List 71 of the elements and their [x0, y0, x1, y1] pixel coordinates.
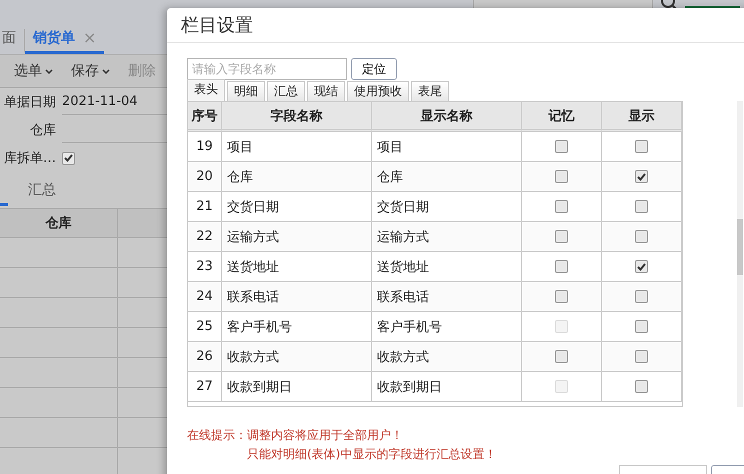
tab[interactable]: 使用预收 [347, 81, 409, 101]
tab[interactable]: 表尾 [411, 81, 449, 101]
table-cell: 收款到期日 [372, 372, 522, 402]
show-checkbox[interactable] [635, 230, 648, 243]
table-cell: 运输方式 [372, 222, 522, 252]
memory-checkbox[interactable] [555, 140, 568, 153]
row-number: 25 [188, 312, 222, 342]
table-cell: 运输方式 [222, 222, 372, 252]
table-cell: 项目 [372, 132, 522, 162]
notice-text: 调整内容将应用于全部用户！ [247, 427, 404, 444]
show-checkbox[interactable] [635, 290, 648, 303]
column-header: 仓库 [0, 209, 118, 237]
tab[interactable]: 明细 [227, 81, 265, 101]
table-cell: 联系电话 [222, 282, 372, 312]
row-number: 20 [188, 162, 222, 192]
table-cell: 客户手机号 [372, 312, 522, 342]
column-header: 记忆 [522, 102, 602, 132]
memory-checkbox[interactable] [555, 350, 568, 363]
column-header: 序号 [188, 102, 222, 132]
row-number: 23 [188, 252, 222, 282]
tab[interactable]: 表头 [187, 79, 225, 101]
table-cell: 项目 [222, 132, 372, 162]
show-checkbox[interactable] [635, 260, 648, 273]
show-checkbox[interactable] [635, 320, 648, 333]
table-cell: 收款到期日 [222, 372, 372, 402]
show-checkbox[interactable] [635, 140, 648, 153]
scrollbar-thumb[interactable] [737, 219, 743, 275]
show-checkbox[interactable] [635, 380, 648, 393]
toolbar-button[interactable]: 选单 [10, 60, 57, 82]
tab[interactable]: 现结 [307, 81, 345, 101]
table-cell: 送货地址 [222, 252, 372, 282]
locate-button[interactable]: 定位 [351, 58, 397, 80]
show-checkbox[interactable] [635, 350, 648, 363]
memory-checkbox[interactable] [555, 290, 568, 303]
notice-text: 只能对明细(表体)中显示的字段进行汇总设置！ [247, 446, 496, 463]
checkbox[interactable] [62, 152, 75, 164]
field-label: 单据日期 [3, 94, 56, 111]
field-label: 库拆单… [3, 150, 56, 167]
tab[interactable]: 汇总 [267, 81, 305, 101]
table-cell: 交货日期 [372, 192, 522, 222]
summary-tab[interactable]: 汇总 [28, 181, 56, 199]
toolbar-button[interactable]: 保存 [67, 60, 114, 82]
notice-label: 在线提示： [187, 427, 247, 444]
row-number: 26 [188, 342, 222, 372]
app-tab[interactable]: 面 [0, 29, 25, 54]
table-cell: 仓库 [372, 162, 522, 192]
memory-checkbox[interactable] [555, 230, 568, 243]
row-number: 22 [188, 222, 222, 252]
field-label: 仓库 [29, 122, 56, 139]
show-checkbox[interactable] [635, 170, 648, 183]
show-checkbox[interactable] [635, 200, 648, 213]
column-header: 显示 [602, 102, 682, 132]
row-number: 24 [188, 282, 222, 312]
row-number: 27 [188, 372, 222, 402]
table-cell: 仓库 [222, 162, 372, 192]
dialog-title: 栏目设置 [167, 8, 744, 43]
column-header: 字段名称 [222, 102, 372, 132]
table-cell: 收款方式 [222, 342, 372, 372]
search-icon[interactable] [661, 0, 677, 10]
table-cell: 交货日期 [222, 192, 372, 222]
row-number: 19 [188, 132, 222, 162]
memory-checkbox[interactable] [555, 260, 568, 273]
row-number: 21 [188, 192, 222, 222]
memory-checkbox[interactable] [555, 170, 568, 183]
search-field[interactable]: 请输入字段名称 [187, 58, 347, 80]
table-cell: 收款方式 [372, 342, 522, 372]
column-header: 显示名称 [372, 102, 522, 132]
table-cell: 送货地址 [372, 252, 522, 282]
table-cell: 客户手机号 [222, 312, 372, 342]
memory-checkbox[interactable] [555, 200, 568, 213]
table-cell: 联系电话 [372, 282, 522, 312]
